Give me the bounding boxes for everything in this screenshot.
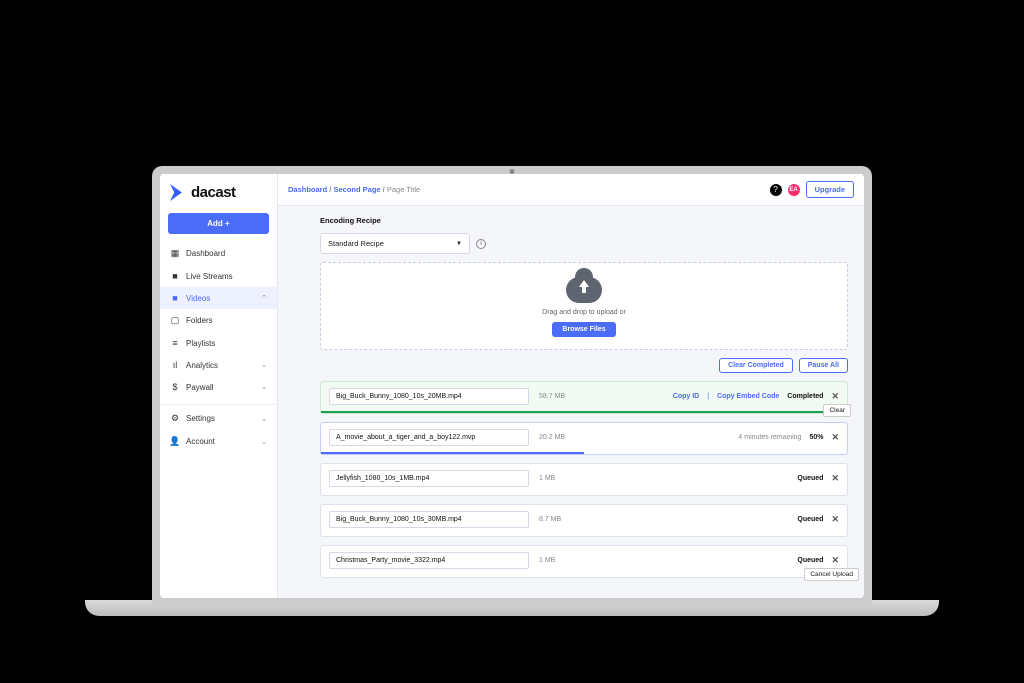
upload-remaining: 4 minutes remaining	[738, 434, 801, 441]
upload-percent: 50%	[809, 434, 823, 441]
encoding-recipe-select[interactable]: Standard Recipe ▼	[320, 233, 470, 254]
sidebar-item-videos[interactable]: ■ Videos ⌃	[160, 287, 277, 309]
sidebar-label: Dashboard	[186, 249, 225, 258]
upload-size: 20.2 MB	[539, 434, 589, 441]
upload-filename-input[interactable]: Big_Buck_Bunny_1080_10s_30MB.mp4	[329, 511, 529, 528]
chevron-down-icon: ⌄	[261, 383, 267, 391]
chevron-down-icon: ⌄	[261, 415, 267, 423]
sidebar-item-playlists[interactable]: ≡ Playlists	[160, 332, 277, 354]
avatar[interactable]: EA	[788, 184, 800, 196]
upload-size: 58.7 MB	[539, 393, 589, 400]
sidebar-item-account[interactable]: 👤 Account ⌄	[160, 430, 277, 453]
grid-icon: ▦	[170, 248, 180, 259]
upload-row: Big_Buck_Bunny_1080_10s_30MB.mp4 8.7 MB …	[320, 504, 848, 537]
browse-files-button[interactable]: Browse Files	[552, 322, 615, 337]
chevron-up-icon: ⌃	[261, 294, 267, 302]
app-screen: dacast Add + ▦ Dashboard ■ Live Streams …	[160, 174, 864, 598]
sidebar-item-dashboard[interactable]: ▦ Dashboard	[160, 242, 277, 265]
sidebar-label: Account	[186, 437, 215, 446]
nav-main: ▦ Dashboard ■ Live Streams ■ Videos ⌃ ▢ …	[160, 242, 277, 398]
sidebar-item-folders[interactable]: ▢ Folders	[160, 309, 277, 332]
close-icon[interactable]: ✕	[831, 473, 839, 484]
copy-id-link[interactable]: Copy ID	[673, 393, 699, 400]
person-icon: 👤	[170, 436, 180, 447]
breadcrumb[interactable]: Dashboard / Second Page / Page Title	[288, 185, 420, 194]
upload-row: Jellyfish_1080_10s_1MB.mp4 1 MB Queued ✕	[320, 463, 848, 496]
copy-embed-link[interactable]: Copy Embed Code	[717, 393, 779, 400]
logo-text: dacast	[191, 184, 236, 201]
list-icon: ≡	[170, 338, 180, 348]
upload-size: 1 MB	[539, 557, 589, 564]
upload-filename-input[interactable]: Big_Buck_Bunny_1080_10s_20MB.mp4	[329, 388, 529, 405]
crumb-dashboard[interactable]: Dashboard	[288, 185, 327, 194]
upload-filename-input[interactable]: Christmas_Party_movie_3322.mp4	[329, 552, 529, 569]
upload-row: Big_Buck_Bunny_1080_10s_20MB.mp4 58.7 MB…	[320, 381, 848, 414]
upgrade-button[interactable]: Upgrade	[806, 181, 854, 198]
help-icon[interactable]: ?	[770, 184, 782, 196]
clear-tooltip: Clear	[823, 404, 851, 417]
upload-dropzone[interactable]: Drag and drop to upload or Browse Files	[320, 262, 848, 350]
crumb-sep: /	[383, 185, 385, 194]
close-icon[interactable]: ✕	[831, 391, 839, 402]
add-button[interactable]: Add +	[168, 213, 269, 234]
caret-down-icon: ▼	[456, 241, 462, 247]
sidebar-item-paywall[interactable]: $ Paywall ⌄	[160, 376, 277, 398]
sidebar-label: Analytics	[186, 361, 218, 370]
cancel-upload-tooltip: Cancel Upload	[804, 568, 859, 581]
chevron-down-icon: ⌄	[261, 361, 267, 369]
upload-status: Queued	[797, 557, 823, 564]
dropzone-text: Drag and drop to upload or	[542, 309, 626, 316]
dollar-icon: $	[170, 382, 180, 392]
info-icon[interactable]: i	[476, 239, 486, 249]
logo: dacast	[160, 174, 277, 209]
close-icon[interactable]: ✕	[831, 514, 839, 525]
gear-icon: ⚙	[170, 413, 180, 424]
upload-size: 1 MB	[539, 475, 589, 482]
folder-icon: ▢	[170, 315, 180, 326]
crumb-current: Page Title	[387, 185, 420, 194]
bars-icon: ıl	[170, 360, 180, 370]
sidebar-label: Paywall	[186, 383, 214, 392]
sidebar: dacast Add + ▦ Dashboard ■ Live Streams …	[160, 174, 278, 598]
encoding-recipe-label: Encoding Recipe	[320, 216, 848, 225]
camera-icon: ■	[170, 293, 180, 303]
logo-icon	[170, 184, 187, 201]
upload-status: Queued	[797, 516, 823, 523]
upload-row: Christmas_Party_movie_3322.mp4 1 MB Queu…	[320, 545, 848, 578]
nav-secondary: ⚙ Settings ⌄ 👤 Account ⌄	[160, 404, 277, 453]
upload-status: Queued	[797, 475, 823, 482]
sidebar-item-settings[interactable]: ⚙ Settings ⌄	[160, 407, 277, 430]
camera-icon: ■	[170, 271, 180, 281]
sidebar-label: Live Streams	[186, 272, 233, 281]
sidebar-label: Folders	[186, 316, 213, 325]
chevron-down-icon: ⌄	[261, 438, 267, 446]
sidebar-item-live-streams[interactable]: ■ Live Streams	[160, 265, 277, 287]
clear-completed-button[interactable]: Clear Completed	[719, 358, 793, 373]
upload-filename-input[interactable]: Jellyfish_1080_10s_1MB.mp4	[329, 470, 529, 487]
cloud-upload-icon	[566, 277, 602, 303]
topbar: Dashboard / Second Page / Page Title ? E…	[278, 174, 864, 206]
sidebar-label: Settings	[186, 414, 215, 423]
pause-all-button[interactable]: Pause All	[799, 358, 848, 373]
sidebar-item-analytics[interactable]: ıl Analytics ⌄	[160, 354, 277, 376]
progress-bar	[321, 452, 584, 454]
link-sep: |	[707, 393, 709, 400]
encoding-recipe-row: Standard Recipe ▼ i	[320, 233, 848, 254]
sidebar-label: Videos	[186, 294, 210, 303]
content: Encoding Recipe Standard Recipe ▼ i Drag…	[278, 206, 864, 598]
upload-row: A_movie_about_a_tiger_and_a_boy122.mvp 2…	[320, 422, 848, 455]
close-icon[interactable]: ✕	[831, 432, 839, 443]
close-icon[interactable]: ✕	[831, 555, 839, 566]
upload-actions: Clear Completed Pause All	[320, 358, 848, 373]
progress-bar	[321, 411, 847, 413]
upload-status: Completed	[787, 393, 823, 400]
uploads-list: Big_Buck_Bunny_1080_10s_20MB.mp4 58.7 MB…	[320, 381, 848, 578]
crumb-second[interactable]: Second Page	[333, 185, 380, 194]
main: Dashboard / Second Page / Page Title ? E…	[278, 174, 864, 598]
upload-filename-input[interactable]: A_movie_about_a_tiger_and_a_boy122.mvp	[329, 429, 529, 446]
encoding-recipe-value: Standard Recipe	[328, 239, 384, 248]
upload-size: 8.7 MB	[539, 516, 589, 523]
crumb-sep: /	[329, 185, 331, 194]
sidebar-label: Playlists	[186, 339, 215, 348]
